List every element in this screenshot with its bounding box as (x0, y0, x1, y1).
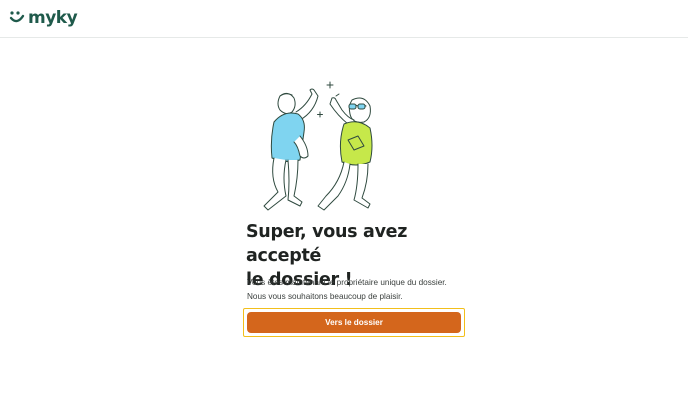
myky-smile-icon (9, 11, 25, 23)
message-line-2: Nous vous souhaitons beaucoup de plaisir… (247, 291, 403, 301)
message-line-1: Vous êtes maintenant le propriétaire uni… (247, 278, 447, 287)
high-five-illustration (263, 81, 373, 211)
title-line-1: Super, vous avez accepté (246, 222, 408, 266)
myky-logo[interactable]: myky (9, 6, 78, 30)
top-bar: myky (0, 0, 688, 38)
logo-text: myky (28, 8, 78, 28)
confirmation-message: Vous êtes maintenant le propriétaire uni… (247, 276, 477, 303)
go-to-dossier-button[interactable]: Vers le dossier (247, 312, 461, 333)
